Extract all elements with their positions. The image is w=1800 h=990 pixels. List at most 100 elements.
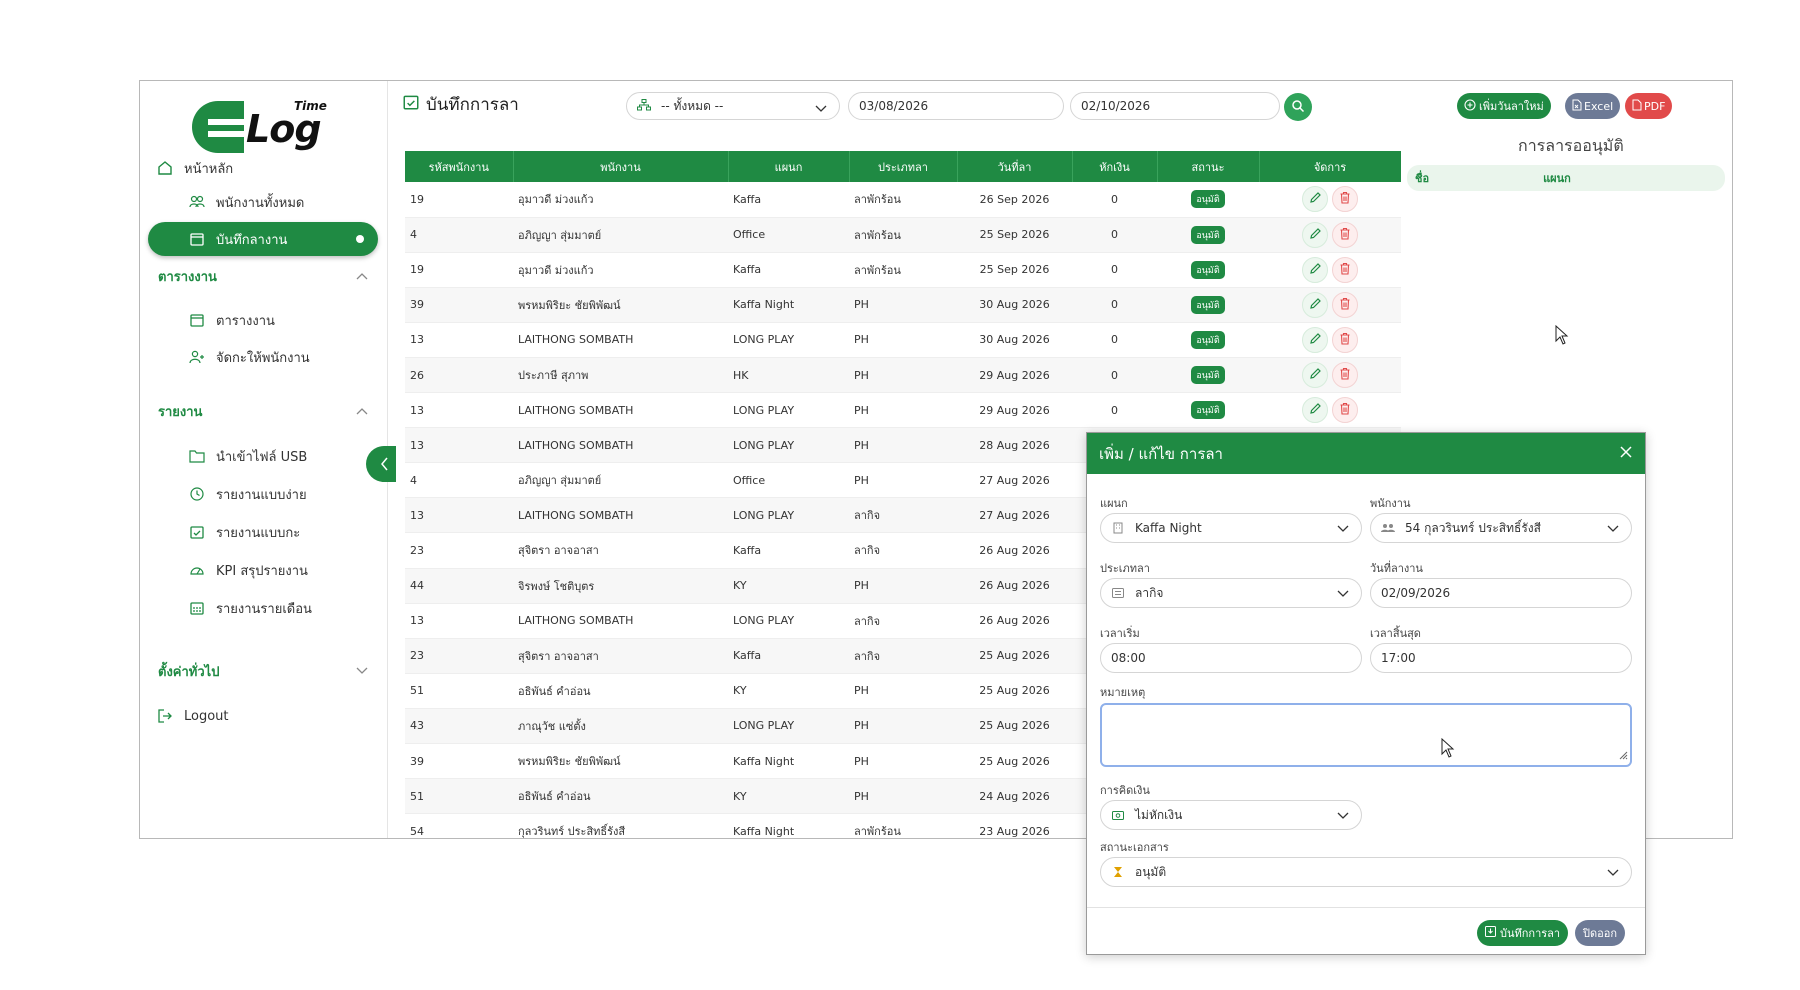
note-textarea[interactable] (1100, 703, 1632, 767)
resize-handle-icon[interactable] (1618, 749, 1628, 763)
status-badge: อนุมัติ (1191, 366, 1225, 385)
save-icon (1485, 926, 1496, 940)
edit-button[interactable] (1302, 186, 1328, 213)
table-row[interactable]: 13 LAITHONG SOMBATH LONG PLAY PH 30 Aug 2026… (405, 322, 1401, 358)
edit-button[interactable] (1302, 326, 1328, 353)
sidebar-item-label: รายงานรายเดือน (216, 601, 312, 617)
cell-id: 13 (405, 427, 513, 464)
cell-date: 30 Aug 2026 (957, 322, 1072, 358)
column-header[interactable]: วันที่ลา (957, 151, 1073, 182)
cell-type: PH (849, 568, 957, 604)
end-time-input[interactable]: 17:00 (1370, 643, 1632, 673)
sidebar-item-logout[interactable]: Logout (148, 699, 378, 733)
column-header[interactable]: แผนก (728, 151, 850, 182)
delete-button[interactable] (1332, 326, 1358, 353)
sidebar-item-label: จัดกะให้พนักงาน (216, 350, 310, 366)
section-label: รายงาน (158, 404, 203, 420)
pending-col-dept: แผนก (1543, 172, 1571, 185)
employee-select[interactable]: 54 กุลวรินทร์ ประสิทธิ์รังสี (1370, 513, 1632, 543)
edit-button[interactable] (1302, 291, 1328, 318)
export-excel-button[interactable]: Excel (1565, 93, 1621, 119)
cell-status: อนุมัติ (1157, 392, 1259, 429)
department-filter-select[interactable]: -- ทั้งหมด -- (626, 92, 840, 120)
section-reports[interactable]: รายงาน (158, 399, 368, 423)
date-to-input[interactable]: 02/10/2026 (1070, 92, 1280, 120)
start-time-input[interactable]: 08:00 (1100, 643, 1362, 673)
sidebar-item-schedule[interactable]: ตารางงาน (148, 303, 378, 337)
cell-id: 19 (405, 252, 513, 288)
cell-dept: Office (728, 217, 849, 253)
cell-id: 26 (405, 357, 513, 394)
column-header[interactable]: หักเงิน (1072, 151, 1158, 182)
sidebar-item-label: พนักงานทั้งหมด (216, 195, 305, 211)
sidebar-item-report-shift[interactable]: รายงานแบบกะ (148, 515, 378, 549)
edit-button[interactable] (1302, 256, 1328, 283)
app-logo: Log Time (192, 99, 332, 159)
delete-button[interactable] (1332, 291, 1358, 318)
sidebar-item-import-usb[interactable]: นำเข้าไฟล์ USB (148, 439, 378, 473)
column-header[interactable]: ประเภทลา (849, 151, 958, 182)
sidebar-item-leave-record[interactable]: บันทึกลางาน (148, 222, 378, 256)
trash-icon (1339, 227, 1351, 243)
cell-dept: HK (728, 357, 849, 394)
table-row[interactable]: 26 ประภาษี สุภาพ HK PH 29 Aug 2026 0 อนุมัติ (405, 357, 1401, 394)
leave-date-input[interactable]: 02/09/2026 (1370, 578, 1632, 608)
delete-button[interactable] (1332, 256, 1358, 283)
cell-id: 44 (405, 568, 513, 604)
pencil-icon (1309, 367, 1322, 383)
delete-button[interactable] (1332, 186, 1358, 213)
cell-dept: Kaffa (728, 532, 849, 569)
cell-name: อุมาวดี ม่วงแก้ว (513, 252, 728, 288)
search-button[interactable] (1284, 93, 1312, 121)
table-row[interactable]: 19 อุมาวดี ม่วงแก้ว Kaffa ลาพักร้อน 26 Sep 2… (405, 182, 1401, 218)
users-icon (188, 193, 206, 211)
cell-date: 29 Aug 2026 (957, 392, 1072, 429)
cell-type: ลากิจ (849, 532, 957, 569)
delete-button[interactable] (1332, 221, 1358, 248)
cell-actions (1259, 392, 1401, 429)
list-icon (1111, 588, 1125, 598)
cell-actions (1259, 357, 1401, 394)
department-select[interactable]: Kaffa Night (1100, 513, 1362, 543)
document-status-select[interactable]: อนุมัติ (1100, 857, 1632, 887)
leave-type-select[interactable]: ลากิจ (1100, 578, 1362, 608)
save-leave-button[interactable]: บันทึกการลา (1477, 920, 1569, 946)
payment-label: การคิดเงิน (1100, 784, 1150, 797)
cell-date: 24 Aug 2026 (957, 778, 1072, 815)
export-pdf-button[interactable]: PDF (1625, 93, 1673, 119)
edit-button[interactable] (1302, 362, 1328, 389)
sidebar-item-report-simple[interactable]: รายงานแบบง่าย (148, 477, 378, 511)
close-icon[interactable] (1619, 445, 1633, 463)
cell-id: 54 (405, 813, 513, 838)
cell-date: 25 Sep 2026 (957, 252, 1072, 288)
close-modal-button[interactable]: ปิดออก (1575, 920, 1625, 946)
date-from-input[interactable]: 03/08/2026 (848, 92, 1064, 120)
pencil-icon (1309, 227, 1322, 243)
start-time-label: เวลาเริ่ม (1100, 627, 1140, 640)
column-header[interactable]: พนักงาน (513, 151, 729, 182)
table-row[interactable]: 19 อุมาวดี ม่วงแก้ว Kaffa ลาพักร้อน 25 Sep 2… (405, 252, 1401, 288)
sidebar-item-monthly[interactable]: รายงานรายเดือน (148, 591, 378, 625)
section-schedule[interactable]: ตารางงาน (158, 264, 368, 288)
cell-date: 30 Aug 2026 (957, 287, 1072, 323)
edit-button[interactable] (1302, 397, 1328, 424)
payment-select[interactable]: ไม่หักเงิน (1100, 800, 1362, 830)
sidebar-item-assign-shift[interactable]: จัดกะให้พนักงาน (148, 340, 378, 374)
table-row[interactable]: 13 LAITHONG SOMBATH LONG PLAY PH 29 Aug 2026… (405, 392, 1401, 429)
column-header[interactable]: รหัสพนักงาน (405, 151, 514, 182)
edit-button[interactable] (1302, 221, 1328, 248)
column-header[interactable]: สถานะ (1157, 151, 1260, 182)
sidebar-item-all-employees[interactable]: พนักงานทั้งหมด (148, 185, 378, 219)
sidebar-item-kpi[interactable]: KPI สรุปรายงาน (148, 553, 378, 587)
add-leave-button[interactable]: เพิ่มวันลาใหม่ (1457, 93, 1551, 119)
section-settings[interactable]: ตั้งค่าทั่วไป (158, 659, 368, 683)
delete-button[interactable] (1332, 362, 1358, 389)
cell-type: ลากิจ (849, 603, 957, 639)
cell-type: PH (849, 322, 957, 358)
sidebar-item-home[interactable]: หน้าหลัก (148, 151, 378, 185)
building-icon (1111, 522, 1125, 534)
table-row[interactable]: 4 อภิญญา สุ่มมาตย์ Office ลาพักร้อน 25 Sep 2… (405, 217, 1401, 253)
sidebar-collapse-toggle[interactable] (366, 446, 396, 482)
delete-button[interactable] (1332, 397, 1358, 424)
table-row[interactable]: 39 พรหมพิริยะ ชัยพิพัฒน์ Kaffa Night PH 30 A… (405, 287, 1401, 323)
